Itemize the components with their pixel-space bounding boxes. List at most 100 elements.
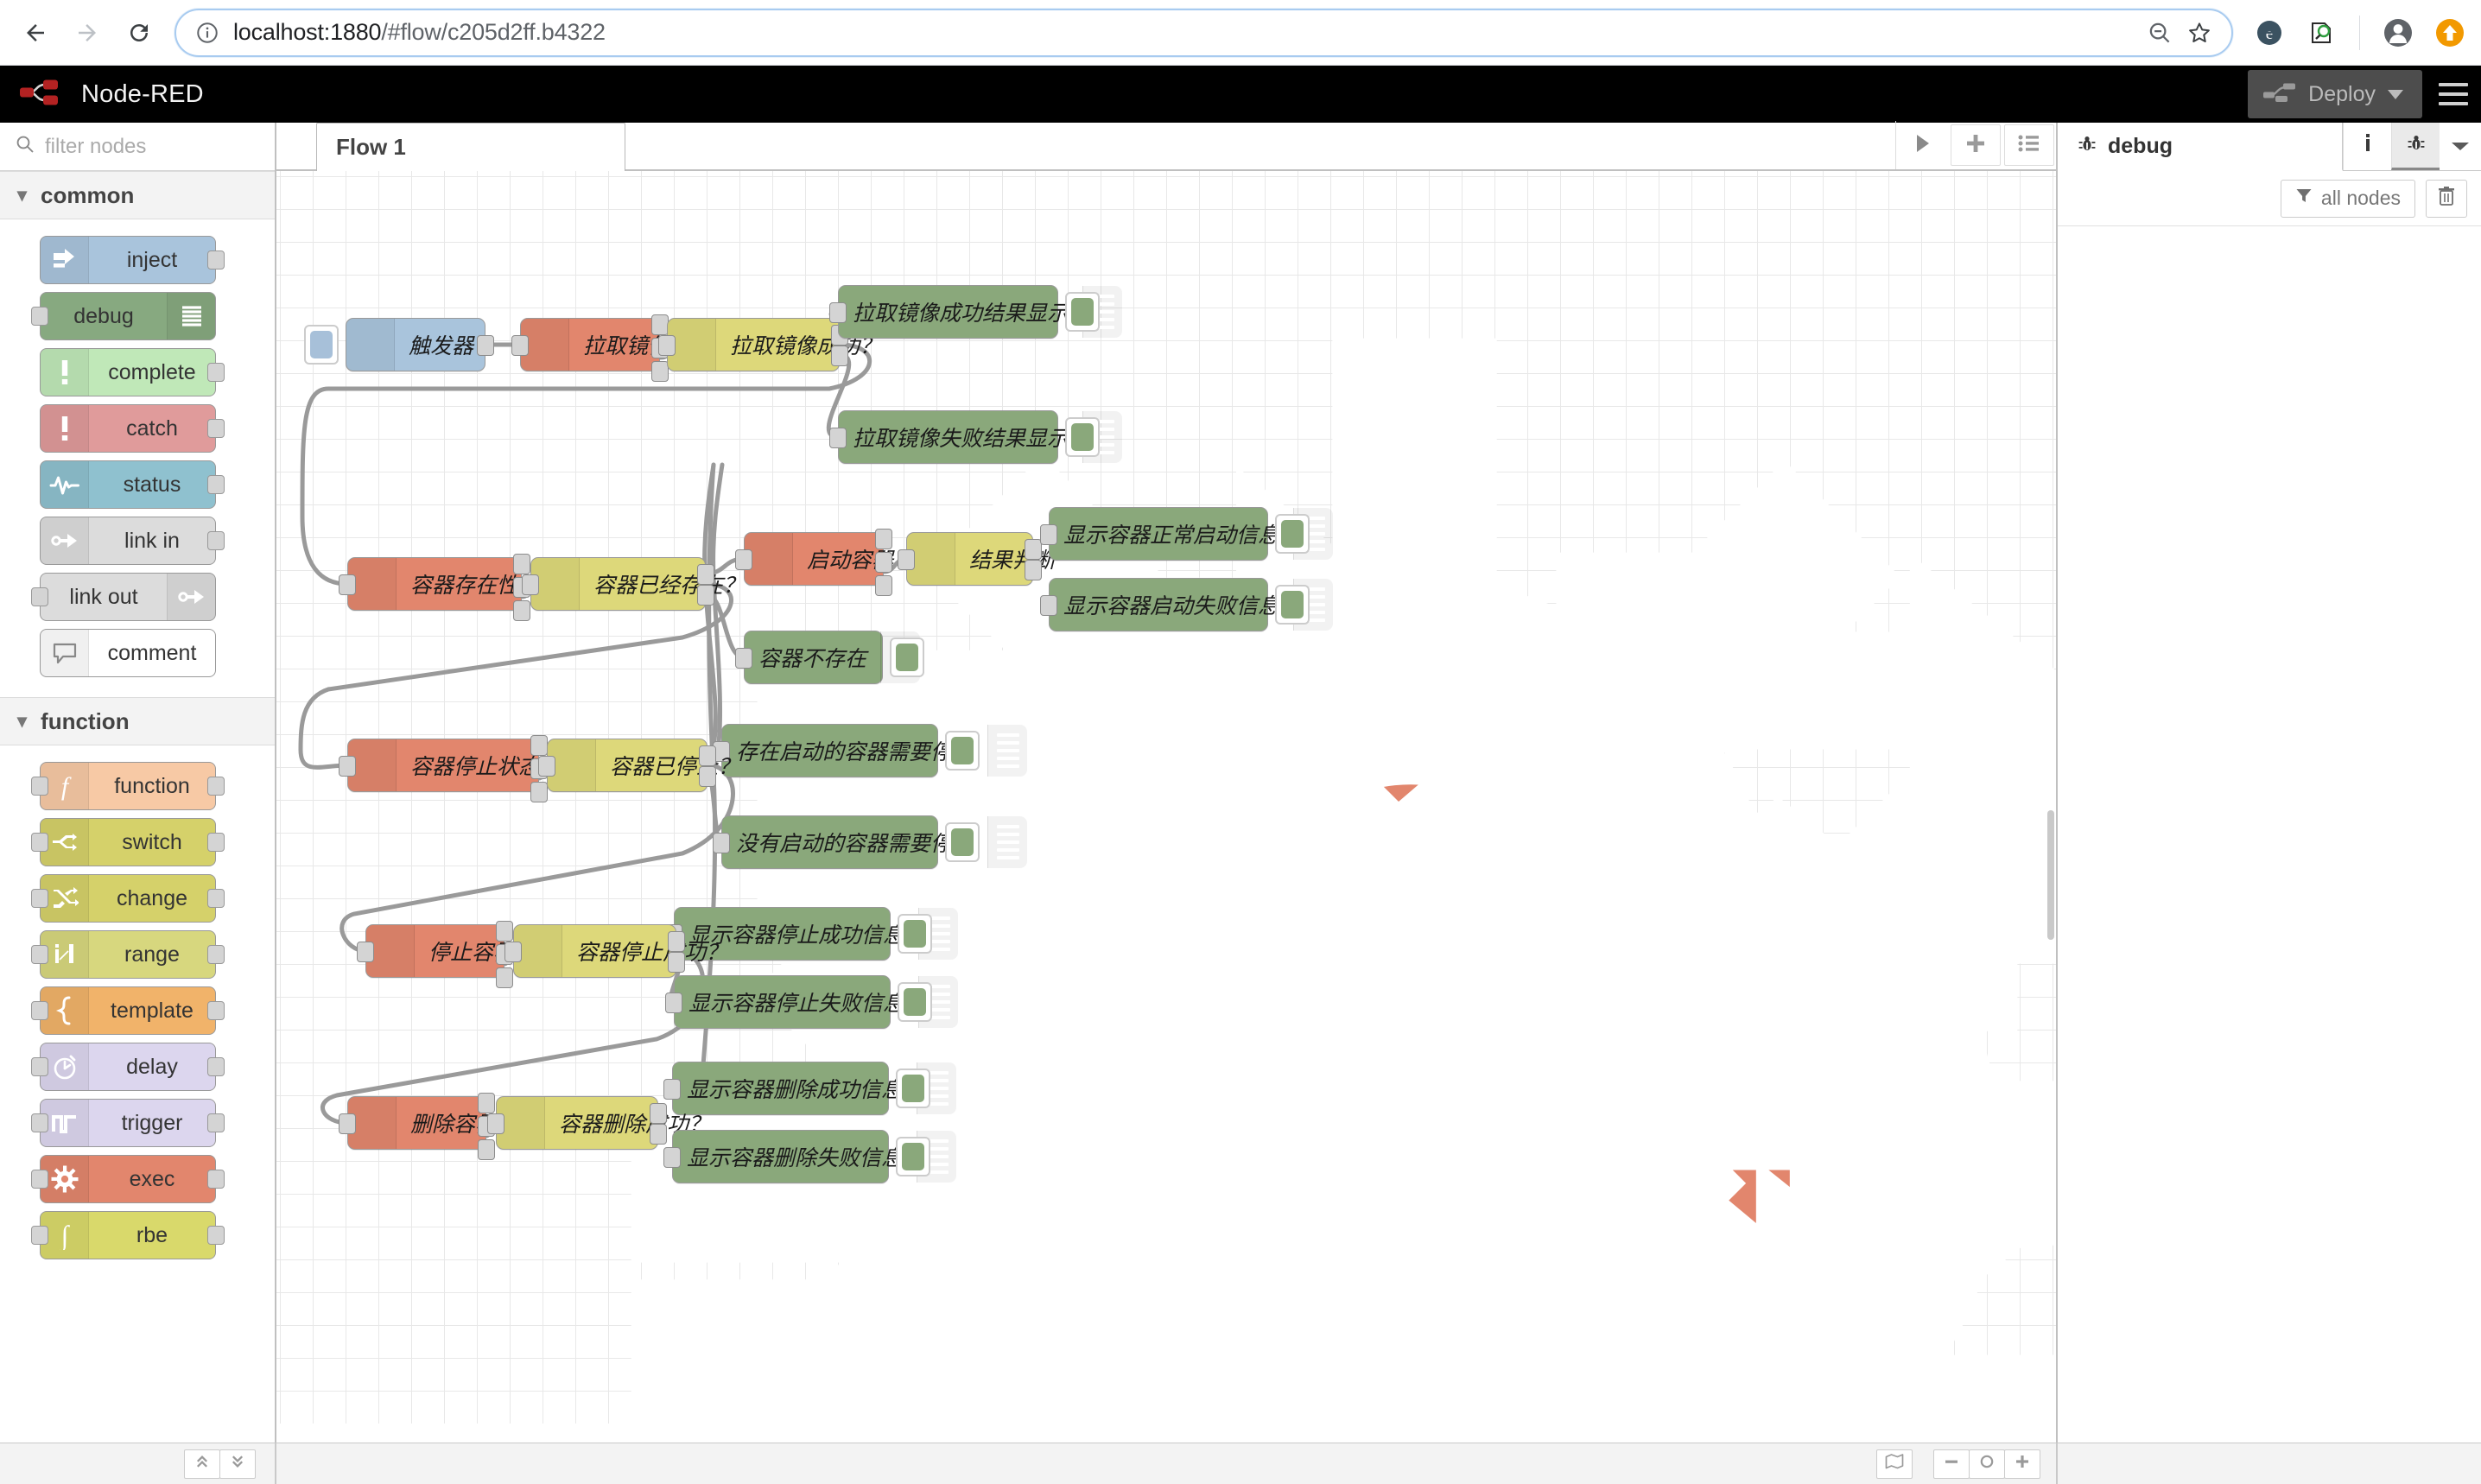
run-flow-button[interactable] <box>1895 121 1949 169</box>
collapse-all-button[interactable] <box>184 1449 220 1479</box>
flow-node-n4[interactable]: 拉取镜像成功结果显示 <box>838 285 1058 339</box>
flow-node-n16[interactable]: 没有启动的容器需要停止 <box>721 815 938 869</box>
node-output-port-2[interactable] <box>699 766 716 787</box>
flow-node-n6[interactable]: 容器存在性确认 <box>347 557 522 611</box>
node-input-port[interactable] <box>538 756 555 777</box>
flow-node-n7[interactable]: 容器已经存在？ <box>530 557 706 611</box>
flow-node-n10[interactable]: 显示容器正常启动信息 <box>1049 507 1268 561</box>
debug-toggle-button[interactable] <box>896 1137 930 1176</box>
palette-node-function[interactable]: ffunction <box>40 762 216 810</box>
sidebar-info-button[interactable] <box>2343 123 2391 170</box>
palette-node-debug[interactable]: debug <box>40 292 216 340</box>
list-flows-button[interactable] <box>2004 124 2054 166</box>
palette-node-exec[interactable]: exec <box>40 1155 216 1203</box>
filter-nodes-button[interactable]: all nodes <box>2281 180 2415 218</box>
node-input-port[interactable] <box>1040 524 1057 545</box>
flow-node-n24[interactable]: 显示容器删除失败信息 <box>672 1130 889 1183</box>
flow-node-n1[interactable]: 触发器 <box>346 318 485 371</box>
palette-category-function[interactable]: ▾function <box>0 697 275 745</box>
node-output-port-1[interactable] <box>651 314 669 335</box>
node-input-port[interactable] <box>31 833 48 852</box>
node-output-port-3[interactable] <box>651 361 669 382</box>
forward-button[interactable] <box>64 10 111 56</box>
palette-node-trigger[interactable]: trigger <box>40 1099 216 1147</box>
node-input-port[interactable] <box>339 756 356 777</box>
node-output-port-2[interactable] <box>875 552 892 573</box>
node-input-port[interactable] <box>658 335 676 356</box>
debug-toggle-button[interactable] <box>898 982 932 1022</box>
zoom-out-button[interactable] <box>1933 1449 1970 1479</box>
palette-node-delay[interactable]: delay <box>40 1043 216 1091</box>
node-input-port[interactable] <box>663 1147 681 1168</box>
search-extension-icon[interactable] <box>2302 14 2340 52</box>
node-output-port[interactable] <box>207 1226 225 1245</box>
node-input-port[interactable] <box>1040 595 1057 616</box>
flow-node-n9[interactable]: 结果判断 <box>906 532 1033 586</box>
node-input-port[interactable] <box>829 428 847 448</box>
node-output-port-1[interactable] <box>478 1093 495 1113</box>
palette-node-complete[interactable]: complete <box>40 348 216 396</box>
node-input-port[interactable] <box>31 777 48 796</box>
debug-toggle-button[interactable] <box>945 822 980 862</box>
node-output-port-2[interactable] <box>668 952 685 973</box>
reload-button[interactable] <box>116 10 162 56</box>
node-output-port-3[interactable] <box>478 1139 495 1160</box>
node-output-port[interactable] <box>207 1001 225 1020</box>
node-output-port[interactable] <box>207 1170 225 1189</box>
node-output-port-1[interactable] <box>875 529 892 549</box>
inject-trigger-button[interactable] <box>304 325 339 365</box>
palette-node-template[interactable]: template <box>40 986 216 1035</box>
node-output-port-3[interactable] <box>530 782 548 802</box>
node-input-port[interactable] <box>31 889 48 908</box>
node-output-port[interactable] <box>207 475 225 494</box>
node-output-port-2[interactable] <box>831 346 848 366</box>
palette-node-link-out[interactable]: link out <box>40 573 216 621</box>
zoom-in-button[interactable] <box>2004 1449 2040 1479</box>
node-output-port-1[interactable] <box>697 564 714 585</box>
address-bar[interactable]: localhost:1880/#flow/c205d2ff.b4322 <box>174 9 2233 57</box>
navigator-button[interactable] <box>1876 1449 1913 1479</box>
node-input-port[interactable] <box>339 574 356 595</box>
node-input-port[interactable] <box>31 1057 48 1076</box>
node-input-port[interactable] <box>665 993 682 1013</box>
star-icon[interactable] <box>2186 20 2212 46</box>
flow-node-n3[interactable]: 拉取镜像成功？ <box>667 318 840 371</box>
palette-category-common[interactable]: ▾common <box>0 171 275 219</box>
node-input-port[interactable] <box>31 1001 48 1020</box>
flow-node-n8[interactable]: 启动容器 <box>744 532 884 586</box>
node-input-port[interactable] <box>522 574 539 595</box>
node-input-port[interactable] <box>511 335 529 356</box>
palette-node-rbe[interactable]: ∫rbe <box>40 1211 216 1259</box>
update-available-icon[interactable] <box>2431 14 2469 52</box>
node-output-port[interactable] <box>207 889 225 908</box>
node-input-port[interactable] <box>339 1113 356 1134</box>
tab-flow-1[interactable]: Flow 1 <box>316 123 625 171</box>
flow-node-n23[interactable]: 容器删除成功？ <box>496 1096 658 1150</box>
tab-debug[interactable]: debug <box>2058 123 2343 171</box>
profile-avatar-icon[interactable] <box>2379 14 2417 52</box>
flow-canvas-wrapper[interactable]: 触发器拉取镜像拉取镜像成功？拉取镜像成功结果显示拉取镜像失败结果显示容器存在性确… <box>276 171 2056 1484</box>
node-output-port-2[interactable] <box>650 1124 667 1145</box>
sidebar-debug-button[interactable] <box>2391 123 2440 170</box>
palette-node-switch[interactable]: switch <box>40 818 216 866</box>
node-output-port-3[interactable] <box>496 967 513 988</box>
node-input-port[interactable] <box>504 942 522 962</box>
clear-debug-button[interactable] <box>2426 180 2467 218</box>
deploy-dropdown-caret[interactable] <box>2388 90 2403 99</box>
back-button[interactable] <box>12 10 59 56</box>
node-input-port[interactable] <box>487 1113 504 1134</box>
node-output-port-2[interactable] <box>1025 560 1042 580</box>
palette-node-range[interactable]: range <box>40 930 216 979</box>
node-output-port[interactable] <box>207 1113 225 1132</box>
node-output-port[interactable] <box>207 1057 225 1076</box>
node-output-port-1[interactable] <box>477 335 494 356</box>
flow-node-n19[interactable]: 容器停止成功？ <box>513 924 676 978</box>
node-output-port[interactable] <box>207 945 225 964</box>
debug-toggle-button[interactable] <box>1275 585 1310 625</box>
zoom-out-icon[interactable] <box>2147 20 2173 46</box>
node-output-port-1[interactable] <box>530 735 548 756</box>
node-output-port[interactable] <box>207 531 225 550</box>
flow-node-n22[interactable]: 删除容器 <box>347 1096 486 1150</box>
main-menu-button[interactable] <box>2426 66 2481 123</box>
node-input-port[interactable] <box>713 833 730 853</box>
